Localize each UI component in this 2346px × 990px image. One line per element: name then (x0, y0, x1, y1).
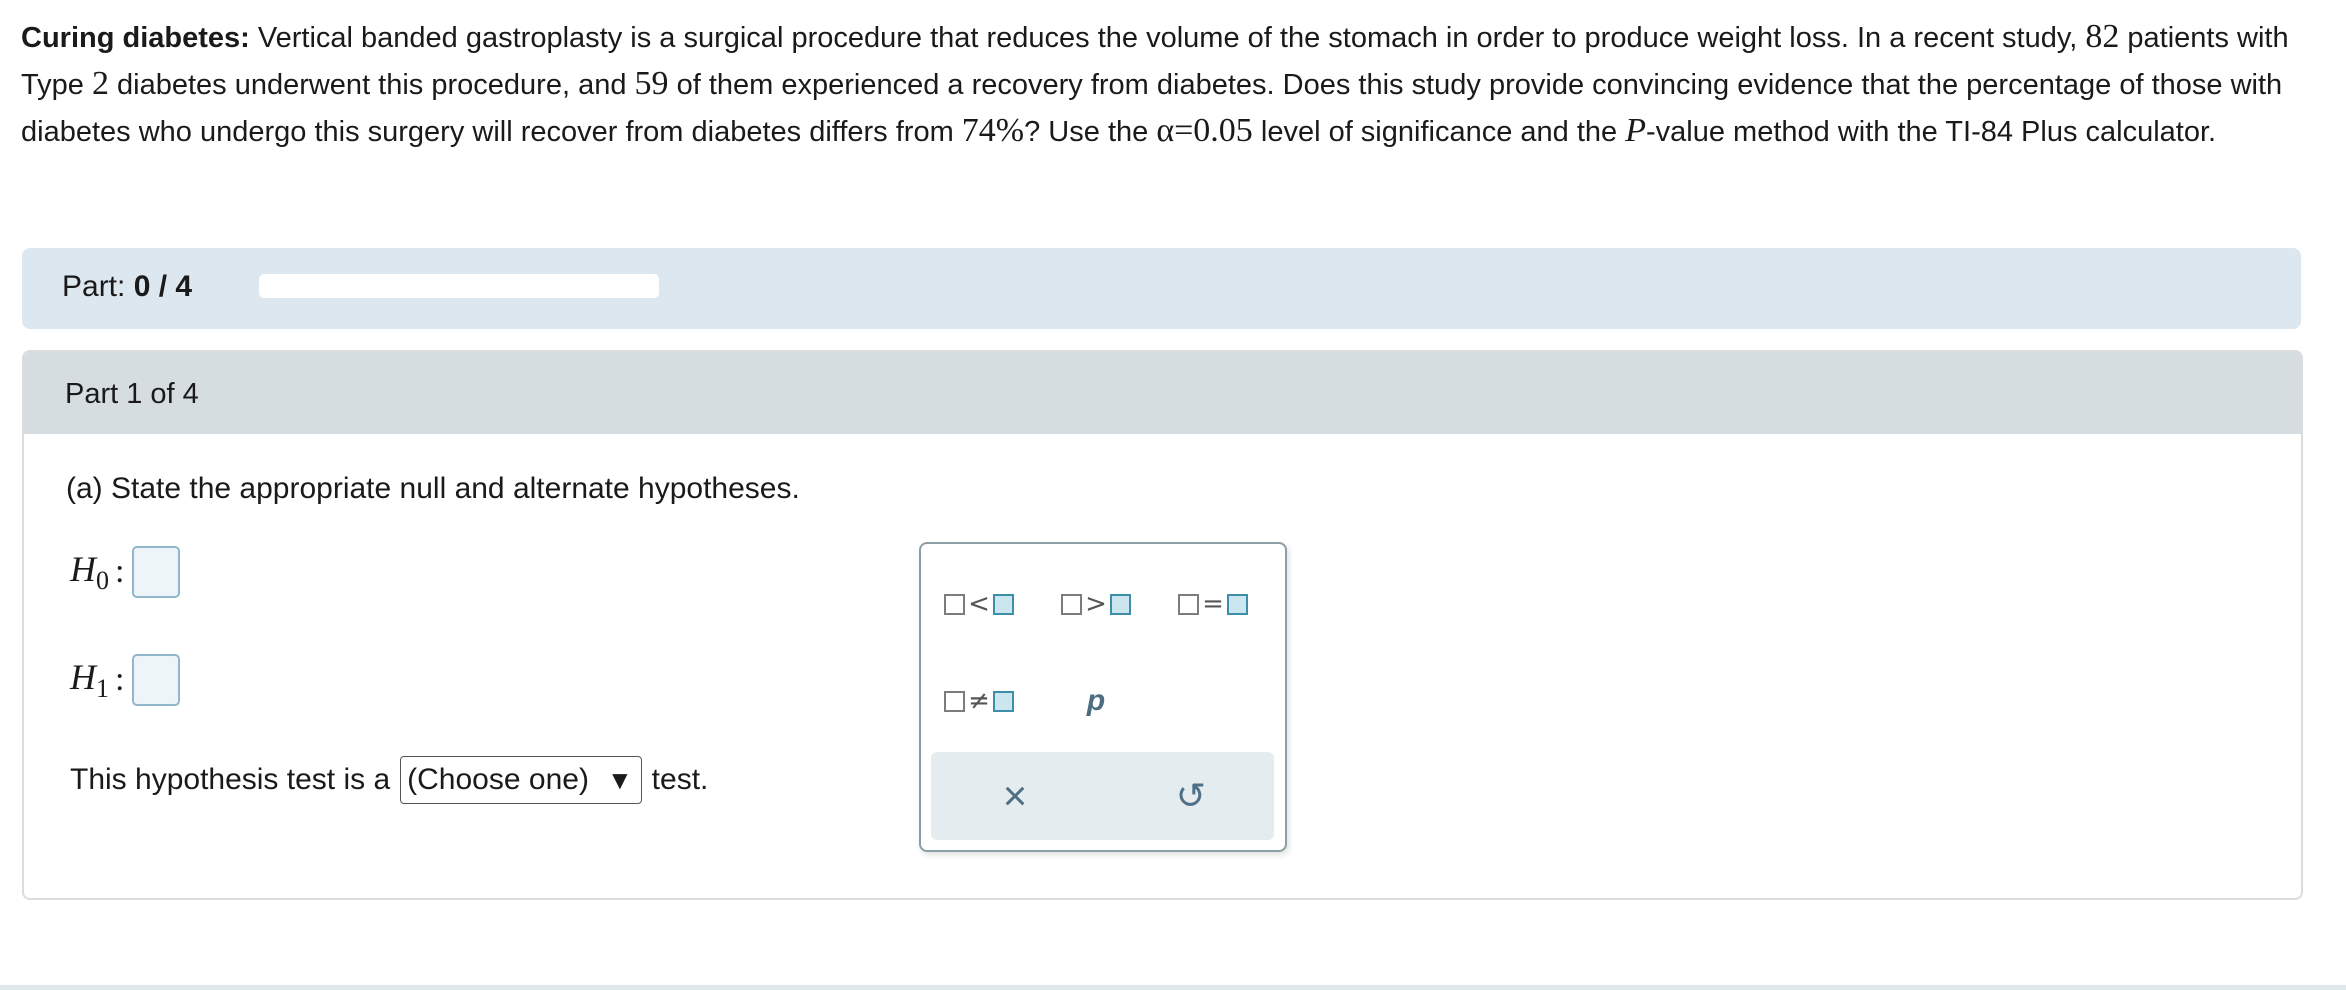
problem-text: diabetes underwent this procedure, and (108, 69, 635, 101)
dropdown-arrow-icon: ▼ (606, 764, 633, 795)
equals-button[interactable]: = (1173, 584, 1253, 624)
palette-footer: × ↺ (931, 752, 1274, 840)
h0-subscript: 0 (96, 566, 109, 595)
close-icon: × (1002, 772, 1028, 819)
h0-letter: H (70, 549, 96, 589)
progress-value: 0 / 4 (133, 270, 193, 303)
h0-colon: : (115, 553, 125, 590)
problem-text: Vertical banded gastroplasty is a surgic… (249, 22, 2086, 54)
problem-text: -value method with the TI-84 Plus calcul… (1646, 116, 2217, 148)
placeholder-square-icon (944, 690, 966, 712)
h1-label: H1 (70, 656, 109, 704)
greater-than-button[interactable]: > (1056, 584, 1136, 624)
h1-subscript: 1 (96, 674, 109, 703)
problem-title: Curing diabetes: (21, 22, 250, 54)
not-equal-symbol: ≠ (968, 686, 990, 716)
progress-track (259, 274, 659, 298)
page-bottom-divider (0, 985, 2346, 990)
question-text: (a) State the appropriate null and alter… (66, 472, 800, 505)
p-symbol: p (1086, 684, 1106, 717)
clear-button[interactable]: × (991, 772, 1039, 820)
placeholder-square-icon (1109, 593, 1131, 615)
placeholder-square-icon (944, 593, 966, 615)
equals-symbol: = (1202, 589, 1224, 619)
h1-answer-box[interactable] (132, 654, 181, 706)
p-button[interactable]: p (1076, 679, 1116, 723)
placeholder-square-icon (1226, 593, 1248, 615)
part-header-title: Part 1 of 4 (65, 378, 199, 410)
test-type-select[interactable]: (Choose one) ▼ (400, 756, 642, 804)
h1-letter: H (70, 657, 96, 697)
greater-than-symbol: > (1085, 589, 1107, 619)
placeholder-square-icon (1061, 593, 1083, 615)
placeholder-square-icon (1178, 593, 1200, 615)
undo-icon: ↺ (1175, 775, 1207, 816)
progress-label-text: Part: (62, 270, 134, 303)
h1-colon: : (115, 661, 125, 698)
diabetes-type: 2 (91, 65, 109, 102)
problem-text: ? Use the (1024, 116, 1157, 148)
h0-answer-box[interactable] (132, 546, 181, 598)
test-prefix-text: This hypothesis test is a (70, 763, 391, 796)
not-equal-button[interactable]: ≠ (939, 681, 1019, 721)
null-hypothesis-row: H0 : (70, 546, 181, 598)
placeholder-square-icon (992, 690, 1014, 712)
problem-text: level of significance and the (1252, 116, 1626, 148)
problem-statement: Curing diabetes: Vertical banded gastrop… (21, 14, 2321, 155)
part-header: Part 1 of 4 (24, 352, 2301, 434)
test-type-row: This hypothesis test is a (Choose one) ▼… (70, 756, 708, 804)
sample-size: 82 (2085, 18, 2120, 55)
undo-button[interactable]: ↺ (1167, 772, 1215, 820)
progress-label: Part: 0 / 4 (62, 270, 192, 304)
less-than-symbol: < (968, 589, 990, 619)
test-type-selected-value: (Choose one) (407, 763, 589, 796)
success-count: 59 (634, 65, 669, 102)
p-variable: P (1625, 112, 1646, 149)
placeholder-square-icon (992, 593, 1014, 615)
test-suffix-text: test. (651, 763, 709, 796)
claimed-percentage: 74% (961, 112, 1025, 149)
h0-label: H0 (70, 548, 109, 596)
significance-level: α=0.05 (1156, 112, 1253, 149)
alternate-hypothesis-row: H1 : (70, 654, 181, 706)
progress-panel: Part: 0 / 4 (22, 248, 2301, 329)
less-than-button[interactable]: < (939, 584, 1019, 624)
symbol-palette: < > = ≠ p × ↺ (919, 542, 1287, 852)
